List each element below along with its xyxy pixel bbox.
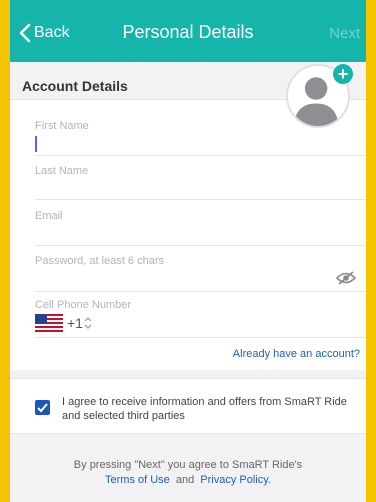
navigation-bar: Back Personal Details Next [10, 0, 366, 62]
text-cursor [35, 136, 37, 152]
app-screen: Back Personal Details Next Account Detai… [10, 0, 366, 502]
consent-checkbox[interactable] [35, 400, 50, 415]
next-button[interactable]: Next [329, 25, 360, 42]
consent-text: I agree to receive information and offer… [62, 396, 347, 422]
first-name-label: First Name [35, 120, 89, 132]
eye-slash-icon[interactable] [336, 270, 356, 286]
account-form: First Name Last Name Email Password, at … [10, 100, 366, 370]
password-field[interactable]: Password, at least 6 chars [35, 246, 366, 292]
already-have-account-link[interactable]: Already have an account? [233, 348, 360, 360]
password-label: Password, at least 6 chars [35, 255, 165, 267]
email-label: Email [35, 210, 63, 222]
terms-of-use-link[interactable]: Terms of Use [105, 474, 170, 486]
phone-field[interactable]: Cell Phone Number +1 [35, 292, 366, 338]
phone-label: Cell Phone Number [35, 299, 131, 311]
and-text: and [175, 474, 195, 486]
terms-footer: By pressing "Next" you agree to SmaRT Ri… [10, 458, 366, 488]
last-name-field[interactable]: Last Name [35, 156, 366, 200]
plus-icon: + [337, 64, 349, 84]
us-flag-icon[interactable] [35, 314, 63, 332]
section-title: Account Details [22, 78, 128, 94]
dial-code: +1 [67, 315, 83, 331]
terms-links: Terms of Use and Privacy Policy. [10, 473, 366, 488]
consent-row: I agree to receive information and offer… [10, 378, 366, 434]
terms-notice: By pressing "Next" you agree to SmaRT Ri… [73, 459, 303, 471]
last-name-label: Last Name [35, 165, 89, 177]
email-field[interactable]: Email [35, 200, 366, 246]
up-down-chevron-icon[interactable] [83, 314, 93, 332]
add-photo-button[interactable]: + [332, 63, 354, 85]
page-title: Personal Details [122, 22, 254, 42]
privacy-policy-link[interactable]: Privacy Policy. [200, 474, 271, 486]
checkmark-icon [37, 403, 48, 413]
